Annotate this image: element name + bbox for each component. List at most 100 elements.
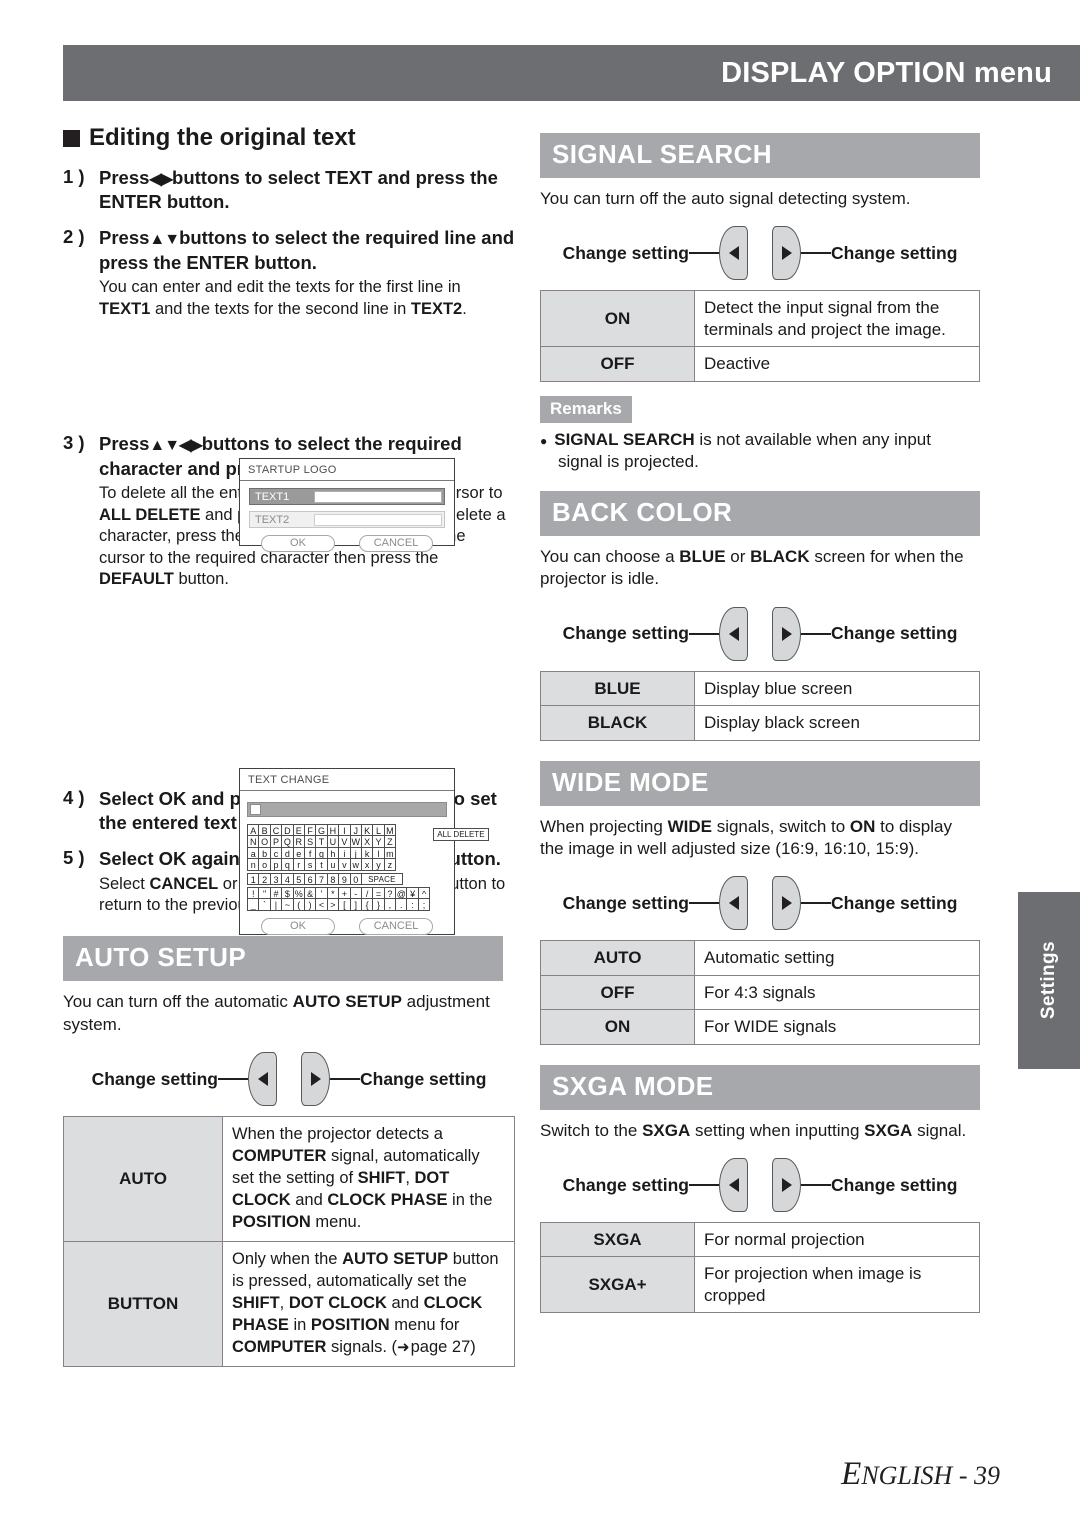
step-1-number: 1 ) [63,166,85,187]
signal-search-change-left-label: Change setting [562,242,689,263]
right-arrow-button-icon[interactable] [772,1158,801,1213]
keyboard-row-uppercase-1: ABCDEFGHIJKLM [247,824,429,837]
section-band-back-color: BACK COLOR [540,490,980,536]
wide-mode-key-off: OFF [540,974,695,1011]
osd-row-text2-field[interactable] [314,513,442,526]
sxga-mode-key-sxga-plus: SXGA+ [540,1256,695,1314]
table-row: ON For WIDE signals [540,1009,980,1045]
step-1-title: Press◀▶buttons to select TEXT and press … [99,166,515,214]
osd-row-text1-field[interactable] [314,490,442,503]
back-color-change-setting-diagram: Change setting Change setting [540,606,980,661]
table-row: BUTTON Only when the AUTO SETUP button i… [63,1240,515,1367]
wide-mode-options-table: AUTO Automatic setting OFF For 4:3 signa… [540,940,980,1045]
step-4-number: 4 ) [63,787,85,809]
sxga-mode-options-table: SXGA For normal projection SXGA+ For pro… [540,1222,980,1314]
page-reference[interactable]: (page 27) [392,1338,476,1356]
osd-startup-logo-title: STARTUP LOGO [240,459,454,481]
osd-text-change-buttons: OK CANCEL [247,917,447,935]
left-arrow-button-icon[interactable] [248,1052,277,1107]
step-2-note: You can enter and edit the texts for the… [99,278,467,318]
keyboard-key[interactable]: z [383,858,397,871]
signal-search-change-setting-diagram: Change setting Change setting [540,226,980,281]
step-3-arrow-icons: ▲▼◀▶ [149,437,202,455]
table-row: SXGA+ For projection when image is cropp… [540,1256,980,1314]
back-color-value-blue: Display blue screen [694,670,980,707]
keyboard-row-symbols-2: _ ` | ~() < >[]{},.:; [247,898,431,911]
lead-line-left [689,252,719,255]
wide-mode-value-auto: Automatic setting [694,940,980,976]
lead-line-left [218,1078,248,1081]
step-2-title-a: Press [99,227,150,249]
lead-line-left [689,1184,719,1187]
osd-text-entry-strip[interactable] [247,802,447,817]
osd-text-change-cancel-button[interactable]: CANCEL [359,917,433,935]
osd-text-change-ok-button[interactable]: OK [261,917,335,935]
step-3-title-a: Press [99,433,150,455]
osd-row-text2-label: TEXT2 [255,513,290,526]
remarks-tag: Remarks [540,395,632,423]
footer-page-number: 39 [974,1461,1000,1490]
signal-search-key-off: OFF [540,346,695,382]
back-color-change-right-label: Change setting [831,623,958,644]
subheading-editing-original-text: Editing the original text [63,124,515,152]
side-tab-label: Settings [1038,941,1059,1020]
wide-mode-change-right-label: Change setting [831,892,958,913]
page-header: DISPLAY OPTION menu [63,45,1080,101]
arrow-right-icon [397,1338,411,1356]
osd-row-text2[interactable]: TEXT2 [249,511,445,528]
right-arrow-button-icon[interactable] [772,226,801,281]
auto-setup-value-button: Only when the AUTO SETUP button is press… [222,1240,515,1367]
left-arrow-button-icon[interactable] [719,226,748,281]
right-column: SIGNAL SEARCH You can turn off the auto … [540,133,980,1314]
keyboard-letters: ABCDEFGHIJKLM NOPQRSTUVWXYZ abcdefghijkl… [247,824,429,871]
sxga-mode-value-sxga: For normal projection [694,1222,980,1258]
table-row: OFF For 4:3 signals [540,974,980,1011]
step-2-number: 2 ) [63,226,85,248]
signal-search-intro: You can turn off the auto signal detecti… [540,189,911,208]
signal-search-value-on: Detect the input signal from the termina… [694,290,980,348]
keyboard-key[interactable]: ; [417,898,431,911]
auto-setup-options-table: AUTO When the projector detects a COMPUT… [63,1116,515,1367]
footer-lang-first: E [841,1456,862,1492]
auto-setup-change-left-label: Change setting [91,1068,218,1089]
left-arrow-button-icon[interactable] [719,876,748,931]
osd-startup-cancel-button[interactable]: CANCEL [359,535,433,552]
keyboard-digits-row: 1 2 3 4 5 6 7 8 9 0 SPACE [247,872,429,885]
keyboard-row-lowercase-2: nopqrstuvwxyz [247,858,429,871]
back-color-key-blue: BLUE [540,670,695,707]
section-band-auto-setup: AUTO SETUP [63,936,503,982]
square-bullet-icon [63,129,80,147]
sxga-mode-value-sxga-plus: For projection when image is cropped [694,1256,980,1314]
auto-setup-change-setting-diagram: Change setting Change setting [63,1052,515,1107]
osd-startup-ok-button[interactable]: OK [261,535,335,552]
left-arrow-button-icon[interactable] [719,606,748,661]
signal-search-value-off: Deactive [694,346,980,382]
left-arrow-button-icon[interactable] [719,1158,748,1213]
table-row: BLUE Display blue screen [540,670,980,707]
lead-line-left [689,902,719,905]
osd-startup-logo-buttons: OK CANCEL [249,535,445,552]
keyboard-row-symbols-1: ! " # $% & ' * + - / =? @ ¥ ^ [247,886,431,900]
keyboard-key[interactable]: SPACE [360,872,403,885]
back-color-options-table: BLUE Display blue screen BLACK Display b… [540,670,980,741]
right-arrow-button-icon[interactable] [772,876,801,931]
signal-search-options-table: ON Detect the input signal from the term… [540,290,980,382]
sxga-mode-key-sxga: SXGA [540,1222,695,1258]
wide-mode-key-on: ON [540,1009,695,1045]
right-arrow-button-icon[interactable] [772,606,801,661]
keyboard-row-digits: 1 2 3 4 5 6 7 8 9 0 SPACE [247,872,429,885]
lead-line-right [330,1078,360,1081]
section-band-signal-search: SIGNAL SEARCH [540,133,980,178]
keyboard-row-uppercase-2: NOPQRSTUVWXYZ [247,835,429,848]
right-arrow-button-icon[interactable] [301,1052,330,1107]
step-5-number: 5 ) [63,846,85,868]
side-tab-settings[interactable]: Settings [1018,892,1080,1069]
step-2-arrow-icons: ▲▼ [149,231,180,249]
table-row: AUTO Automatic setting [540,940,980,976]
wide-mode-value-off: For 4:3 signals [694,974,980,1011]
sxga-mode-change-right-label: Change setting [831,1174,958,1195]
all-delete-button[interactable]: ALL DELETE [433,828,489,841]
osd-row-text1[interactable]: TEXT1 [249,488,445,505]
step-3-number: 3 ) [63,432,85,454]
osd-text-change-title: TEXT CHANGE [240,769,454,791]
